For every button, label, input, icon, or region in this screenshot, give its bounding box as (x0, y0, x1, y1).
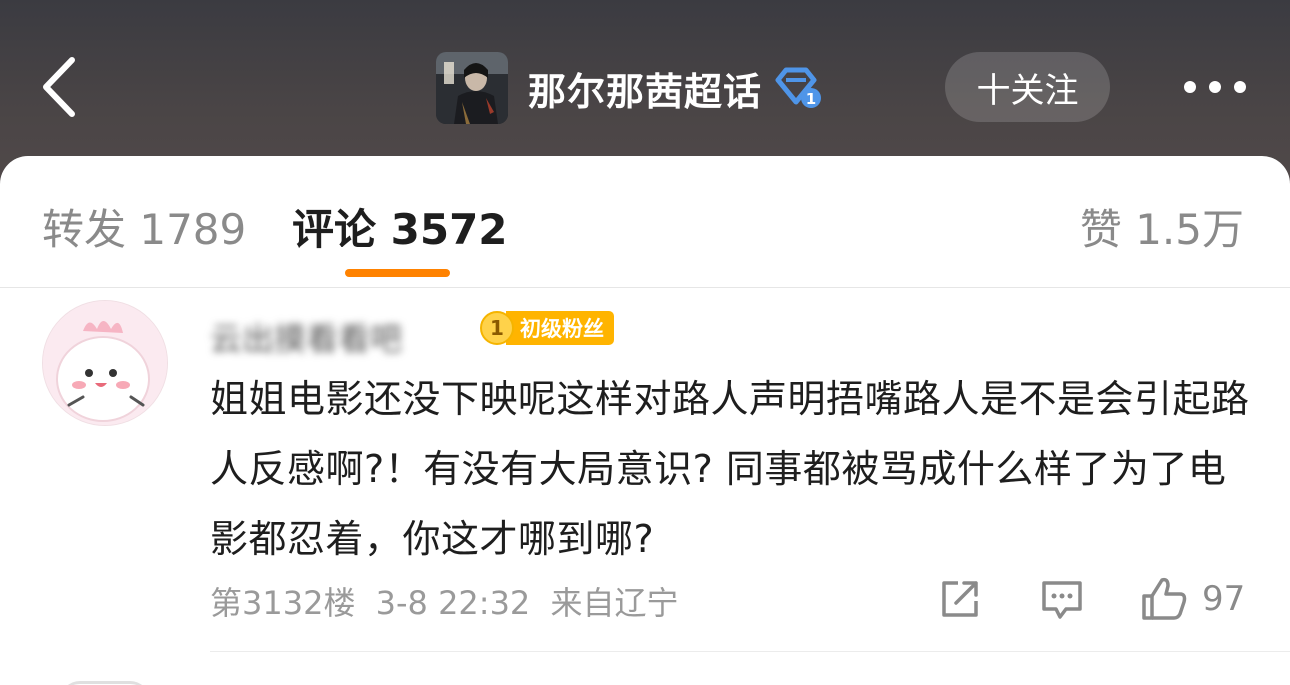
tab-bar: 转发 1789 评论 3572 赞 1.5万 (0, 156, 1290, 288)
fan-level-label: 初级粉丝 (506, 311, 614, 345)
more-button[interactable] (1170, 62, 1260, 112)
follow-label: 十关注 (976, 70, 1079, 111)
like-count: 97 (1202, 579, 1246, 619)
more-dots-icon (1184, 81, 1196, 93)
back-button[interactable] (28, 52, 88, 122)
comment-location: 来自辽宁 (550, 584, 679, 622)
topic-title-group[interactable]: 那尔那茜超话 1 (436, 52, 822, 124)
svg-text:1: 1 (806, 90, 816, 108)
follow-button[interactable]: 十关注 (945, 52, 1110, 122)
thumbs-up-icon (1142, 577, 1187, 620)
tab-active-indicator (345, 269, 450, 277)
reply-button[interactable] (1040, 574, 1084, 624)
diamond-badge-icon: 1 (775, 67, 822, 108)
username[interactable]: 云出摸看看吧 (210, 314, 402, 360)
fan-level-number: 1 (480, 311, 514, 345)
tab-comments[interactable]: 评论 3572 (292, 196, 508, 257)
comment-meta: 第3132楼 3-8 22:32 来自辽宁 (210, 578, 688, 624)
comment-bubble-icon (1042, 581, 1082, 619)
tab-reposts[interactable]: 转发 1789 (42, 196, 246, 257)
like-button[interactable]: 97 (1140, 574, 1245, 624)
share-icon (942, 581, 978, 617)
topic-avatar (436, 52, 508, 124)
comment-time: 3-8 22:32 (375, 584, 531, 622)
comments-panel: 转发 1789 评论 3572 赞 1.5万 云出摸看看吧 1 初级粉丝 姐姐电… (0, 156, 1290, 685)
floor-number: 第3132楼 (210, 584, 356, 622)
comment-text: 姐姐电影还没下映呢这样对路人声明捂嘴路人是不是会引起路人反感啊?！有没有大局意识… (210, 377, 1250, 561)
divider (210, 651, 1290, 652)
topic-title: 那尔那茜超话 (528, 69, 763, 114)
avatar[interactable] (42, 300, 168, 426)
chevron-left-icon (43, 57, 75, 117)
tab-likes[interactable]: 赞 1.5万 (1080, 196, 1244, 257)
comment-item: 云出摸看看吧 1 初级粉丝 姐姐电影还没下映呢这样对路人声明捂嘴路人是不是会引起… (0, 288, 1290, 685)
fan-level-badge[interactable]: 1 初级粉丝 (480, 310, 614, 346)
next-comment-avatar (60, 681, 150, 685)
share-button[interactable] (938, 574, 982, 624)
